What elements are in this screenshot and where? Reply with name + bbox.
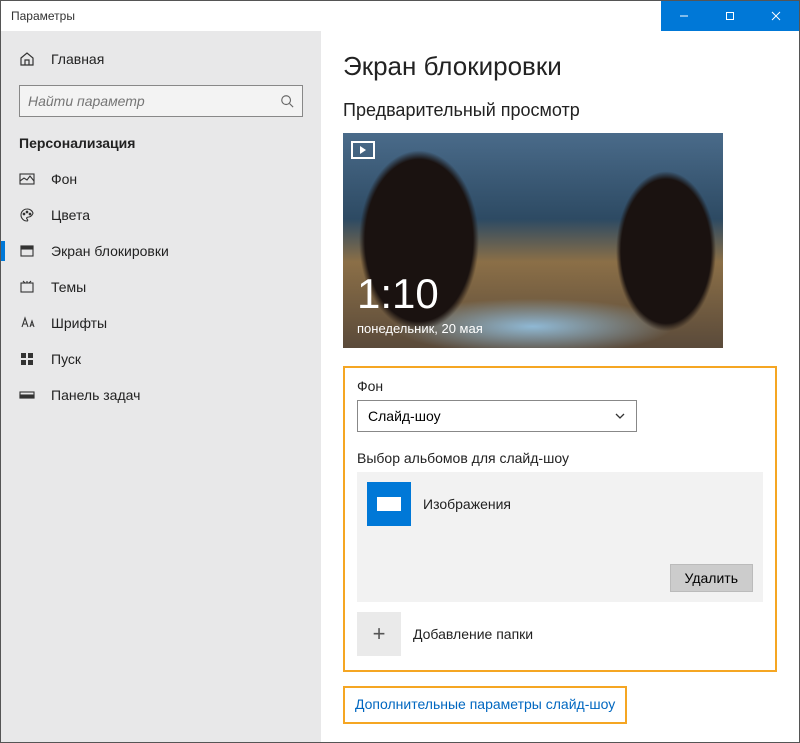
sidebar-item-label: Экран блокировки — [51, 243, 169, 259]
album-actions: Удалить — [357, 534, 763, 592]
start-icon — [19, 351, 35, 367]
dropdown-value: Слайд-шоу — [368, 408, 441, 424]
sidebar-item-label: Пуск — [51, 351, 81, 367]
sidebar-item-taskbar[interactable]: Панель задач — [1, 377, 321, 413]
home-nav[interactable]: Главная — [1, 41, 321, 77]
sidebar-item-start[interactable]: Пуск — [1, 341, 321, 377]
picture-icon — [19, 171, 35, 187]
sidebar-item-label: Темы — [51, 279, 86, 295]
home-label: Главная — [51, 51, 104, 67]
settings-window: Параметры Главная Персонализация — [0, 0, 800, 743]
themes-icon — [19, 279, 35, 295]
albums-label: Выбор альбомов для слайд-шоу — [357, 450, 763, 466]
window-title: Параметры — [1, 9, 75, 23]
window-body: Главная Персонализация Фон Цвета Экран б… — [1, 31, 799, 742]
add-folder-row[interactable]: + Добавление папки — [357, 612, 763, 656]
titlebar: Параметры — [1, 1, 799, 31]
advanced-link-box: Дополнительные параметры слайд-шоу — [343, 686, 627, 724]
sidebar-item-background[interactable]: Фон — [1, 161, 321, 197]
preview-time: 1:10 — [357, 270, 439, 318]
window-controls — [661, 1, 799, 31]
background-label: Фон — [357, 378, 763, 394]
close-button[interactable] — [753, 1, 799, 31]
album-name: Изображения — [423, 496, 511, 512]
sidebar-item-colors[interactable]: Цвета — [1, 197, 321, 233]
preview-label: Предварительный просмотр — [343, 100, 777, 121]
minimize-button[interactable] — [661, 1, 707, 31]
add-folder-button[interactable]: + — [357, 612, 401, 656]
chevron-down-icon — [614, 410, 626, 422]
sidebar-item-label: Панель задач — [51, 387, 140, 403]
palette-icon — [19, 207, 35, 223]
sidebar-item-themes[interactable]: Темы — [1, 269, 321, 305]
page-title: Экран блокировки — [343, 51, 777, 82]
background-dropdown[interactable]: Слайд-шоу — [357, 400, 637, 432]
folder-thumb — [367, 482, 411, 526]
content-area: Экран блокировки Предварительный просмот… — [321, 31, 799, 742]
sidebar-item-label: Цвета — [51, 207, 90, 223]
background-section: Фон Слайд-шоу Выбор альбомов для слайд-ш… — [343, 366, 777, 672]
home-icon — [19, 51, 35, 67]
slideshow-icon — [351, 141, 375, 159]
plus-icon: + — [373, 621, 386, 647]
taskbar-icon — [19, 387, 35, 403]
sidebar-item-lockscreen[interactable]: Экран блокировки — [1, 233, 321, 269]
sidebar-item-label: Шрифты — [51, 315, 107, 331]
maximize-button[interactable] — [707, 1, 753, 31]
sidebar-item-label: Фон — [51, 171, 77, 187]
add-folder-label: Добавление папки — [413, 626, 533, 642]
search-input[interactable] — [28, 93, 280, 109]
sidebar: Главная Персонализация Фон Цвета Экран б… — [1, 31, 321, 742]
remove-button[interactable]: Удалить — [670, 564, 753, 592]
album-item[interactable]: Изображения — [357, 472, 763, 534]
search-icon — [280, 94, 294, 108]
sidebar-item-fonts[interactable]: Шрифты — [1, 305, 321, 341]
album-panel: Изображения Удалить — [357, 472, 763, 602]
search-box[interactable] — [19, 85, 303, 117]
section-title: Персонализация — [1, 131, 321, 161]
fonts-icon — [19, 315, 35, 331]
lockscreen-icon — [19, 243, 35, 259]
advanced-slideshow-link[interactable]: Дополнительные параметры слайд-шоу — [355, 696, 615, 712]
preview-date: понедельник, 20 мая — [357, 321, 483, 336]
lockscreen-preview: 1:10 понедельник, 20 мая — [343, 133, 723, 348]
